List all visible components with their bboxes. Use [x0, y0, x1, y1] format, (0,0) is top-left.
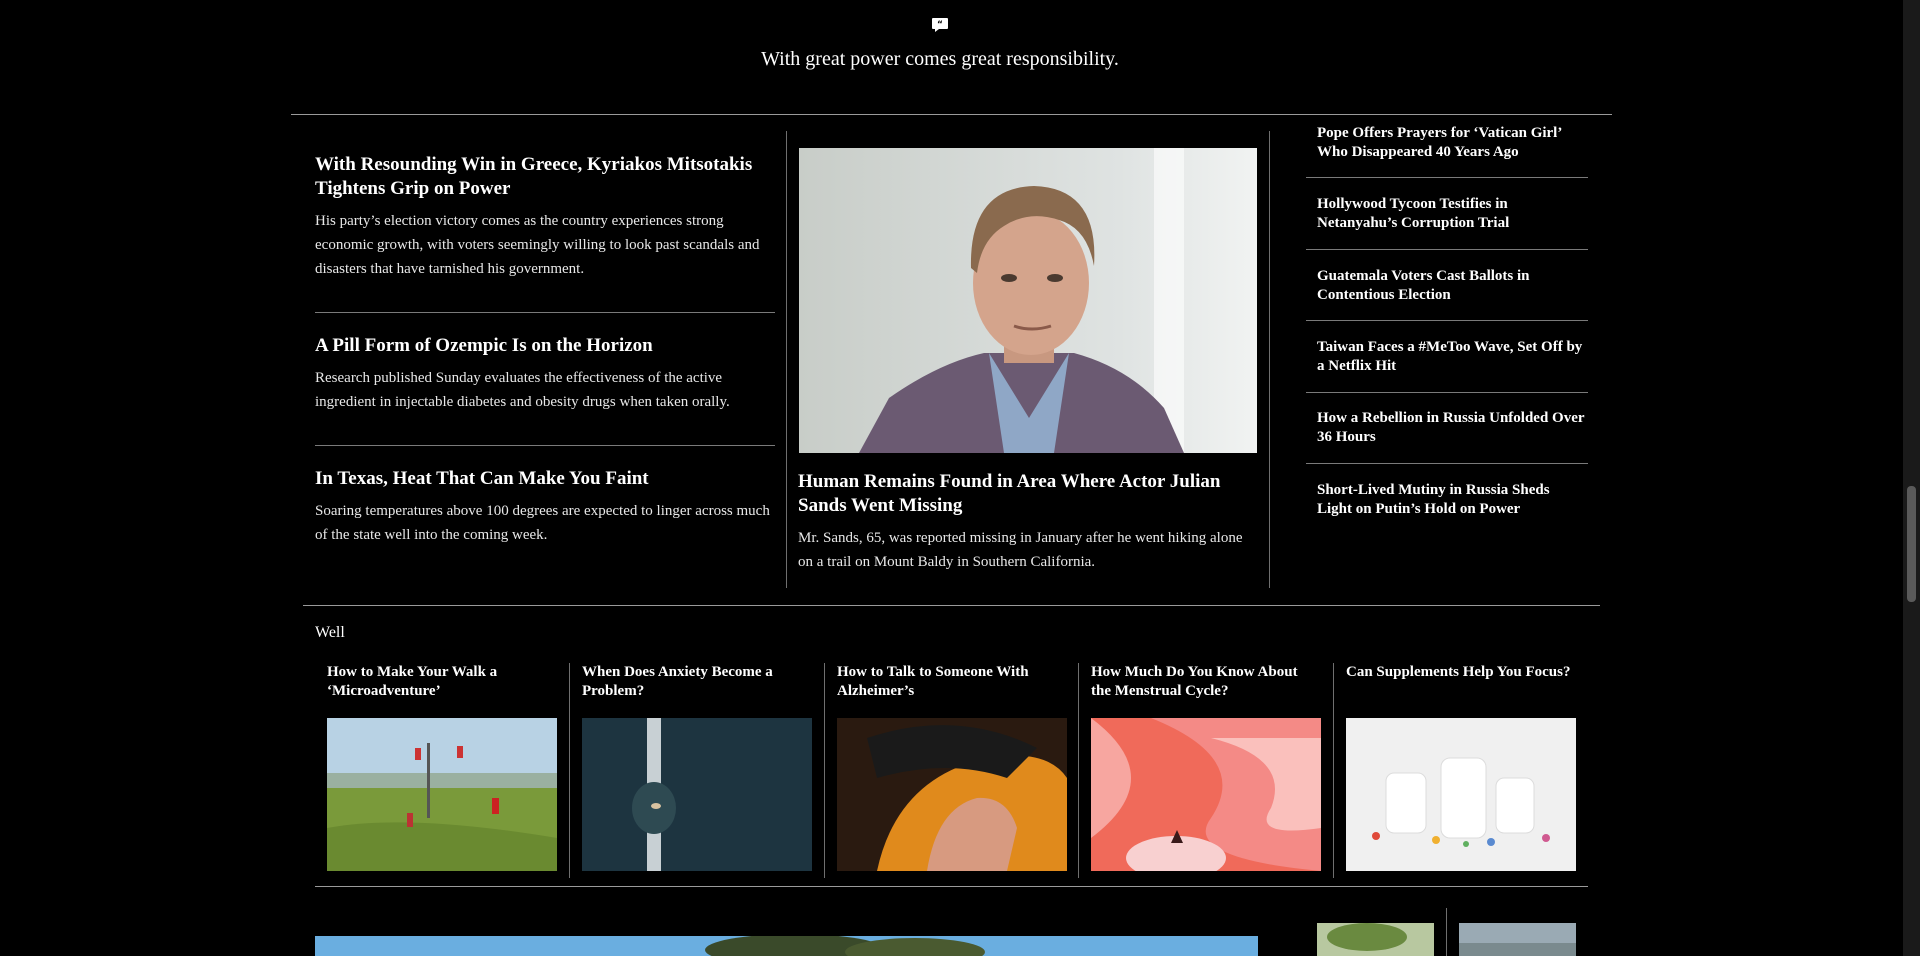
story-summary[interactable]: Soaring temperatures above 100 degrees a… — [315, 499, 775, 547]
column-divider — [824, 663, 825, 878]
quote-icon: “ — [932, 18, 948, 32]
well-card-headline[interactable]: When Does Anxiety Become a Problem? — [582, 663, 812, 713]
story-headline[interactable]: With Resounding Win in Greece, Kyriakos … — [315, 153, 775, 201]
well-card[interactable]: Can Supplements Help You Focus? — [1346, 663, 1576, 871]
right-headline[interactable]: How a Rebellion in Russia Unfolded Over … — [1317, 409, 1587, 447]
well-card-headline[interactable]: How to Make Your Walk a ‘Microadventure’ — [327, 663, 557, 713]
right-headline[interactable]: Short-Lived Mutiny in Russia Sheds Light… — [1317, 481, 1587, 519]
divider — [1306, 392, 1588, 393]
well-card[interactable]: How Much Do You Know About the Menstrual… — [1091, 663, 1321, 871]
bottom-thumb-image[interactable] — [1317, 923, 1434, 956]
column-divider — [1078, 663, 1079, 878]
well-card-image[interactable] — [1346, 718, 1576, 871]
divider — [315, 312, 775, 313]
lead-story[interactable]: Human Remains Found in Area Where Actor … — [798, 470, 1258, 574]
story-texas-heat[interactable]: In Texas, Heat That Can Make You Faint S… — [315, 467, 775, 547]
right-headline[interactable]: Hollywood Tycoon Testifies in Netanyahu’… — [1317, 195, 1587, 233]
story-summary[interactable]: His party’s election victory comes as th… — [315, 209, 775, 281]
well-card-image[interactable] — [837, 718, 1067, 871]
divider — [1306, 249, 1588, 250]
scrollbar-track[interactable] — [1903, 0, 1920, 956]
well-card-image[interactable] — [1091, 718, 1321, 871]
section-divider — [315, 886, 1588, 887]
divider — [1306, 177, 1588, 178]
story-headline[interactable]: In Texas, Heat That Can Make You Faint — [315, 467, 775, 491]
lead-story-headline[interactable]: Human Remains Found in Area Where Actor … — [798, 470, 1258, 518]
divider — [1306, 463, 1588, 464]
story-greece[interactable]: With Resounding Win in Greece, Kyriakos … — [315, 153, 775, 281]
lead-story-summary[interactable]: Mr. Sands, 65, was reported missing in J… — [798, 526, 1258, 574]
section-divider — [291, 114, 1612, 115]
well-card-headline[interactable]: How Much Do You Know About the Menstrual… — [1091, 663, 1321, 713]
right-headline[interactable]: Guatemala Voters Cast Ballots in Content… — [1317, 267, 1587, 305]
divider — [315, 445, 775, 446]
well-card[interactable]: When Does Anxiety Become a Problem? — [582, 663, 812, 871]
lead-story-image[interactable] — [799, 148, 1257, 453]
quote-text: With great power comes great responsibil… — [761, 48, 1119, 70]
column-divider — [1446, 908, 1447, 956]
column-divider — [1269, 131, 1270, 588]
well-card-image[interactable] — [582, 718, 812, 871]
story-summary[interactable]: Research published Sunday evaluates the … — [315, 366, 775, 414]
right-headline[interactable]: Taiwan Faces a #MeToo Wave, Set Off by a… — [1317, 338, 1587, 376]
story-headline[interactable]: A Pill Form of Ozempic Is on the Horizon — [315, 334, 775, 358]
story-ozempic[interactable]: A Pill Form of Ozempic Is on the Horizon… — [315, 334, 775, 414]
well-card-headline[interactable]: How to Talk to Someone With Alzheimer’s — [837, 663, 1067, 713]
right-headline[interactable]: Pope Offers Prayers for ‘Vatican Girl’ W… — [1317, 124, 1587, 162]
column-divider — [569, 663, 570, 878]
well-card-headline[interactable]: Can Supplements Help You Focus? — [1346, 663, 1576, 713]
well-section-label[interactable]: Well — [315, 624, 345, 642]
bottom-story-image[interactable] — [315, 936, 1258, 956]
svg-text:“: “ — [937, 20, 943, 30]
well-card[interactable]: How to Make Your Walk a ‘Microadventure’ — [327, 663, 557, 871]
well-card[interactable]: How to Talk to Someone With Alzheimer’s — [837, 663, 1067, 871]
column-divider — [1333, 663, 1334, 878]
section-divider — [303, 605, 1600, 606]
column-divider — [786, 131, 787, 588]
bottom-thumb-image[interactable] — [1459, 923, 1576, 956]
divider — [1306, 320, 1588, 321]
well-card-image[interactable] — [327, 718, 557, 871]
scrollbar-thumb[interactable] — [1907, 486, 1916, 602]
